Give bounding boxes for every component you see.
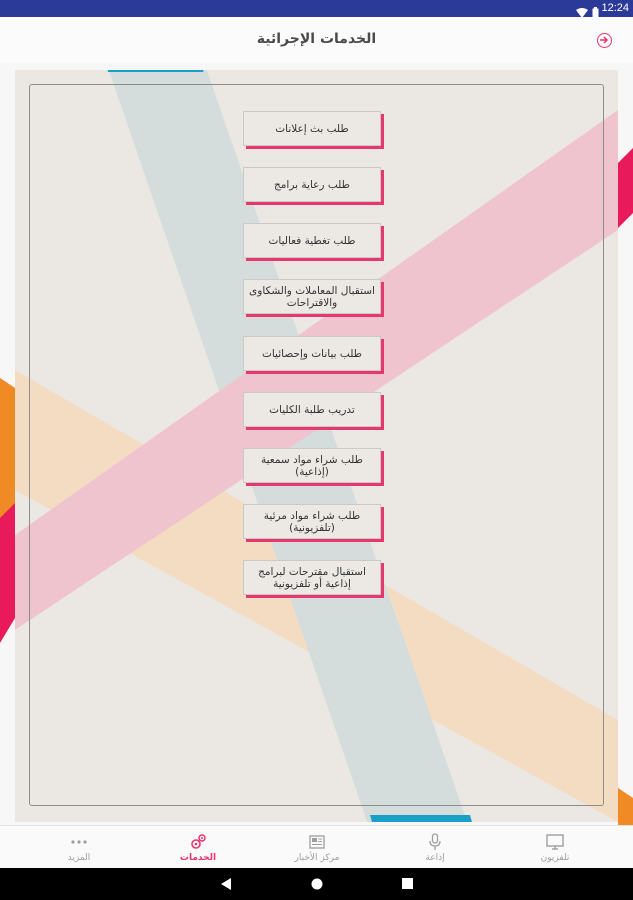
system-navigation-bar xyxy=(0,868,633,900)
more-icon xyxy=(71,840,87,844)
service-button[interactable]: استقبال مقترحات لبرامج إذاعية أو تلفزيون… xyxy=(243,560,381,595)
news-icon xyxy=(309,835,325,849)
service-label: طلب شراء مواد سمعية (إذاعية) xyxy=(261,453,363,478)
app-header: الخدمات الإجرائية xyxy=(0,17,633,63)
service-button[interactable]: تدريب طلبة الكليات xyxy=(243,392,381,427)
service-button[interactable]: طلب بث إعلانات xyxy=(243,111,381,146)
status-bar: 12:24 xyxy=(0,0,633,18)
service-button[interactable]: طلب رعاية برامج xyxy=(243,167,381,202)
service-label: طلب بث إعلانات xyxy=(275,122,349,135)
nav-tab-news[interactable]: مركز الأخبار xyxy=(262,826,372,869)
service-label: طلب تغطية فعاليات xyxy=(268,234,356,247)
status-time: 12:24 xyxy=(601,2,629,14)
recents-square-icon[interactable] xyxy=(402,878,413,889)
service-label: استقبال مقترحات لبرامج إذاعية أو تلفزيون… xyxy=(258,565,366,590)
back-triangle-icon[interactable] xyxy=(220,878,232,890)
service-label: طلب رعاية برامج xyxy=(274,178,350,191)
nav-label: مركز الأخبار xyxy=(294,853,340,863)
content-area: طلب بث إعلانات طلب رعاية برامج طلب تغطية… xyxy=(0,63,633,825)
service-label: تدريب طلبة الكليات xyxy=(269,403,355,416)
service-button[interactable]: استقبال المعاملات والشكاوى والاقتراحات xyxy=(243,279,381,314)
nav-tab-services[interactable]: الخدمات xyxy=(143,826,253,869)
service-button[interactable]: طلب شراء مواد مرئية (تلفزيونية) xyxy=(243,504,381,539)
tv-icon xyxy=(546,834,564,850)
service-button[interactable]: طلب تغطية فعاليات xyxy=(243,223,381,258)
service-button[interactable]: طلب شراء مواد سمعية (إذاعية) xyxy=(243,448,381,483)
nav-label: المزيد xyxy=(67,853,91,863)
back-button[interactable] xyxy=(597,33,612,48)
nav-tab-radio[interactable]: إذاعة xyxy=(380,826,490,869)
service-label: طلب بيانات وإحصائيات xyxy=(261,347,363,360)
services-icon xyxy=(191,834,206,849)
service-label: طلب شراء مواد مرئية (تلفزيونية) xyxy=(263,509,361,534)
page-title: الخدمات الإجرائية xyxy=(256,31,377,47)
home-circle-icon[interactable] xyxy=(311,878,323,890)
nav-label: إذاعة xyxy=(425,853,445,863)
microphone-icon xyxy=(429,833,441,850)
nav-tab-tv[interactable]: تلفزيون xyxy=(500,826,610,869)
service-button[interactable]: طلب بيانات وإحصائيات xyxy=(243,336,381,371)
bottom-navigation: تلفزيون إذاعة مركز الأخبار الخدمات المزي… xyxy=(0,825,633,868)
nav-tab-more[interactable]: المزيد xyxy=(24,826,134,869)
nav-label: تلفزيون xyxy=(540,853,570,863)
arrow-right-icon xyxy=(600,36,609,44)
service-label: استقبال المعاملات والشكاوى والاقتراحات xyxy=(249,284,375,309)
nav-label: الخدمات xyxy=(179,853,217,863)
